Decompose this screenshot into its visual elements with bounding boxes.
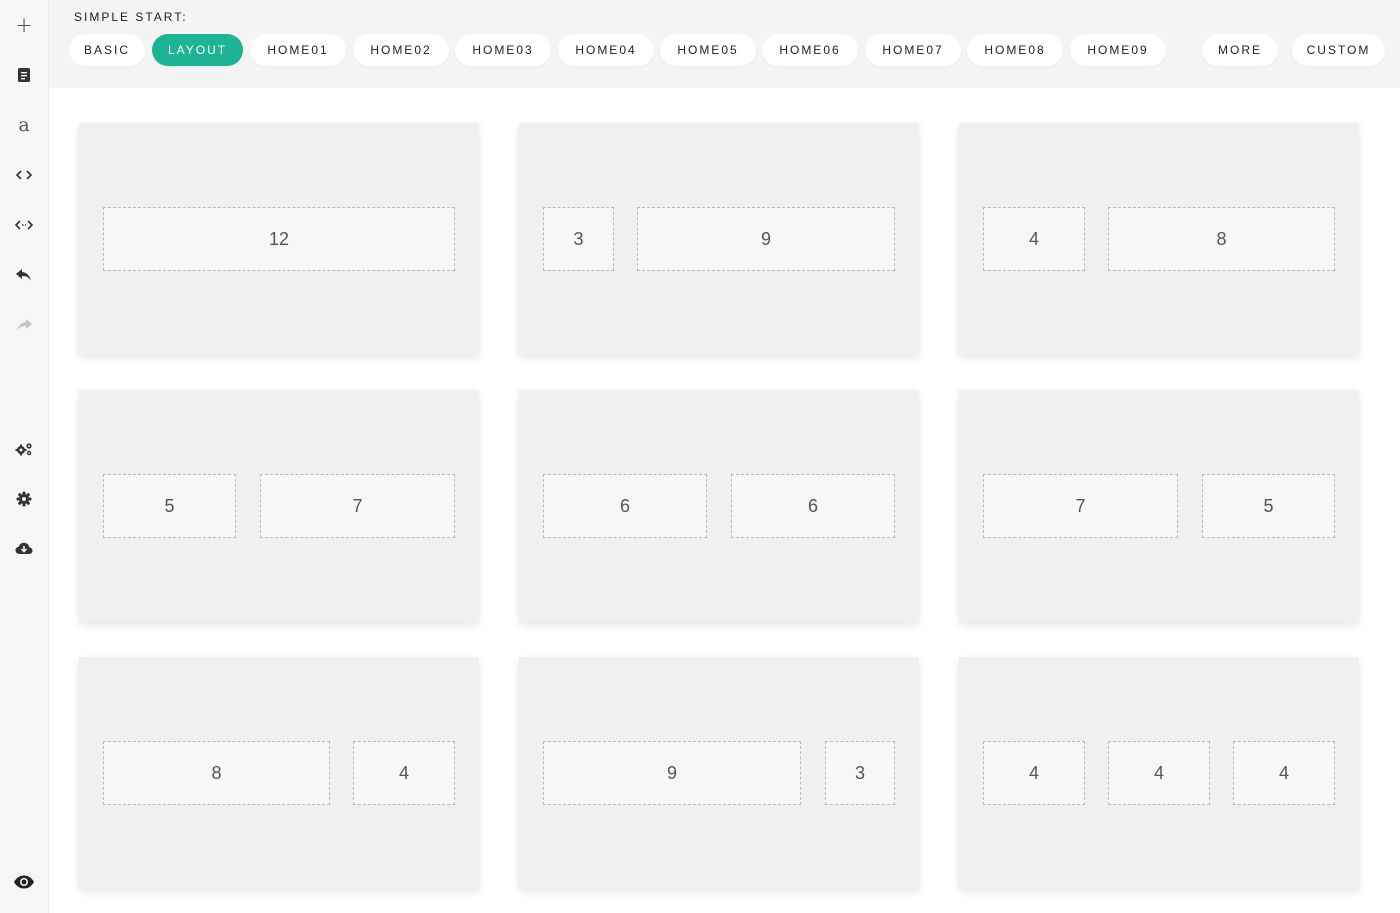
font-letter-icon: a xyxy=(18,113,30,136)
layout-column: 6 xyxy=(543,474,707,538)
horizontal-arrows-icon xyxy=(15,219,33,231)
layout-card-4-8[interactable]: 4 8 xyxy=(959,123,1359,355)
code-brackets-icon xyxy=(16,169,32,181)
redo-button[interactable] xyxy=(0,305,48,345)
layout-column: 8 xyxy=(103,741,330,805)
tab-home06[interactable]: HOME06 xyxy=(762,34,858,66)
tab-home09[interactable]: HOME09 xyxy=(1070,34,1166,66)
layout-column: 4 xyxy=(1108,741,1210,805)
tab-basic[interactable]: BASIC xyxy=(69,34,145,66)
section-label: SIMPLE START: xyxy=(74,10,188,24)
layout-column: 12 xyxy=(103,207,455,271)
plus-icon: + xyxy=(15,12,33,37)
document-icon xyxy=(18,68,30,82)
advanced-settings-button[interactable] xyxy=(0,429,48,469)
tab-home07[interactable]: HOME07 xyxy=(865,34,961,66)
tab-custom[interactable]: CUSTOM xyxy=(1292,34,1385,66)
code-button[interactable] xyxy=(0,155,48,195)
text-button[interactable]: a xyxy=(0,105,48,145)
layout-column: 8 xyxy=(1108,207,1335,271)
gears-icon xyxy=(15,442,33,456)
tab-layout[interactable]: LAYOUT xyxy=(152,34,243,66)
cloud-download-icon xyxy=(15,542,33,556)
layout-card-9-3[interactable]: 9 3 xyxy=(519,657,919,889)
layout-column: 3 xyxy=(825,741,895,805)
layout-column: 7 xyxy=(983,474,1178,538)
layout-column: 5 xyxy=(1202,474,1335,538)
tab-home02[interactable]: HOME02 xyxy=(353,34,449,66)
undo-icon xyxy=(15,267,33,283)
tab-home08[interactable]: HOME08 xyxy=(967,34,1063,66)
preview-button[interactable] xyxy=(0,862,48,902)
layout-column: 4 xyxy=(983,207,1085,271)
layout-column: 5 xyxy=(103,474,236,538)
eye-icon xyxy=(13,875,35,889)
undo-button[interactable] xyxy=(0,255,48,295)
pages-button[interactable] xyxy=(0,55,48,95)
tab-home05[interactable]: HOME05 xyxy=(660,34,756,66)
layout-column: 4 xyxy=(983,741,1085,805)
layout-card-6-6[interactable]: 6 6 xyxy=(519,390,919,622)
template-header: SIMPLE START: BASIC LAYOUT HOME01 HOME02… xyxy=(49,0,1400,88)
layout-column: 9 xyxy=(637,207,895,271)
tab-more[interactable]: MORE xyxy=(1202,34,1278,66)
layout-card-12[interactable]: 12 xyxy=(79,123,479,355)
tab-home03[interactable]: HOME03 xyxy=(455,34,551,66)
tab-home04[interactable]: HOME04 xyxy=(558,34,654,66)
download-button[interactable] xyxy=(0,529,48,569)
settings-button[interactable] xyxy=(0,479,48,519)
layout-column: 6 xyxy=(731,474,895,538)
tab-home01[interactable]: HOME01 xyxy=(250,34,346,66)
resize-button[interactable] xyxy=(0,205,48,245)
layout-column: 4 xyxy=(1233,741,1335,805)
redo-icon xyxy=(15,317,33,333)
layout-column: 4 xyxy=(353,741,455,805)
layout-column: 9 xyxy=(543,741,801,805)
layout-column: 7 xyxy=(260,474,455,538)
layout-card-7-5[interactable]: 7 5 xyxy=(959,390,1359,622)
layout-column: 3 xyxy=(543,207,614,271)
layout-card-4-4-4[interactable]: 4 4 4 xyxy=(959,657,1359,889)
layout-card-5-7[interactable]: 5 7 xyxy=(79,390,479,622)
left-toolbar: + a xyxy=(0,0,49,913)
layout-card-3-9[interactable]: 3 9 xyxy=(519,123,919,355)
gear-icon xyxy=(16,491,32,507)
add-button[interactable]: + xyxy=(0,5,48,45)
layout-card-8-4[interactable]: 8 4 xyxy=(79,657,479,889)
